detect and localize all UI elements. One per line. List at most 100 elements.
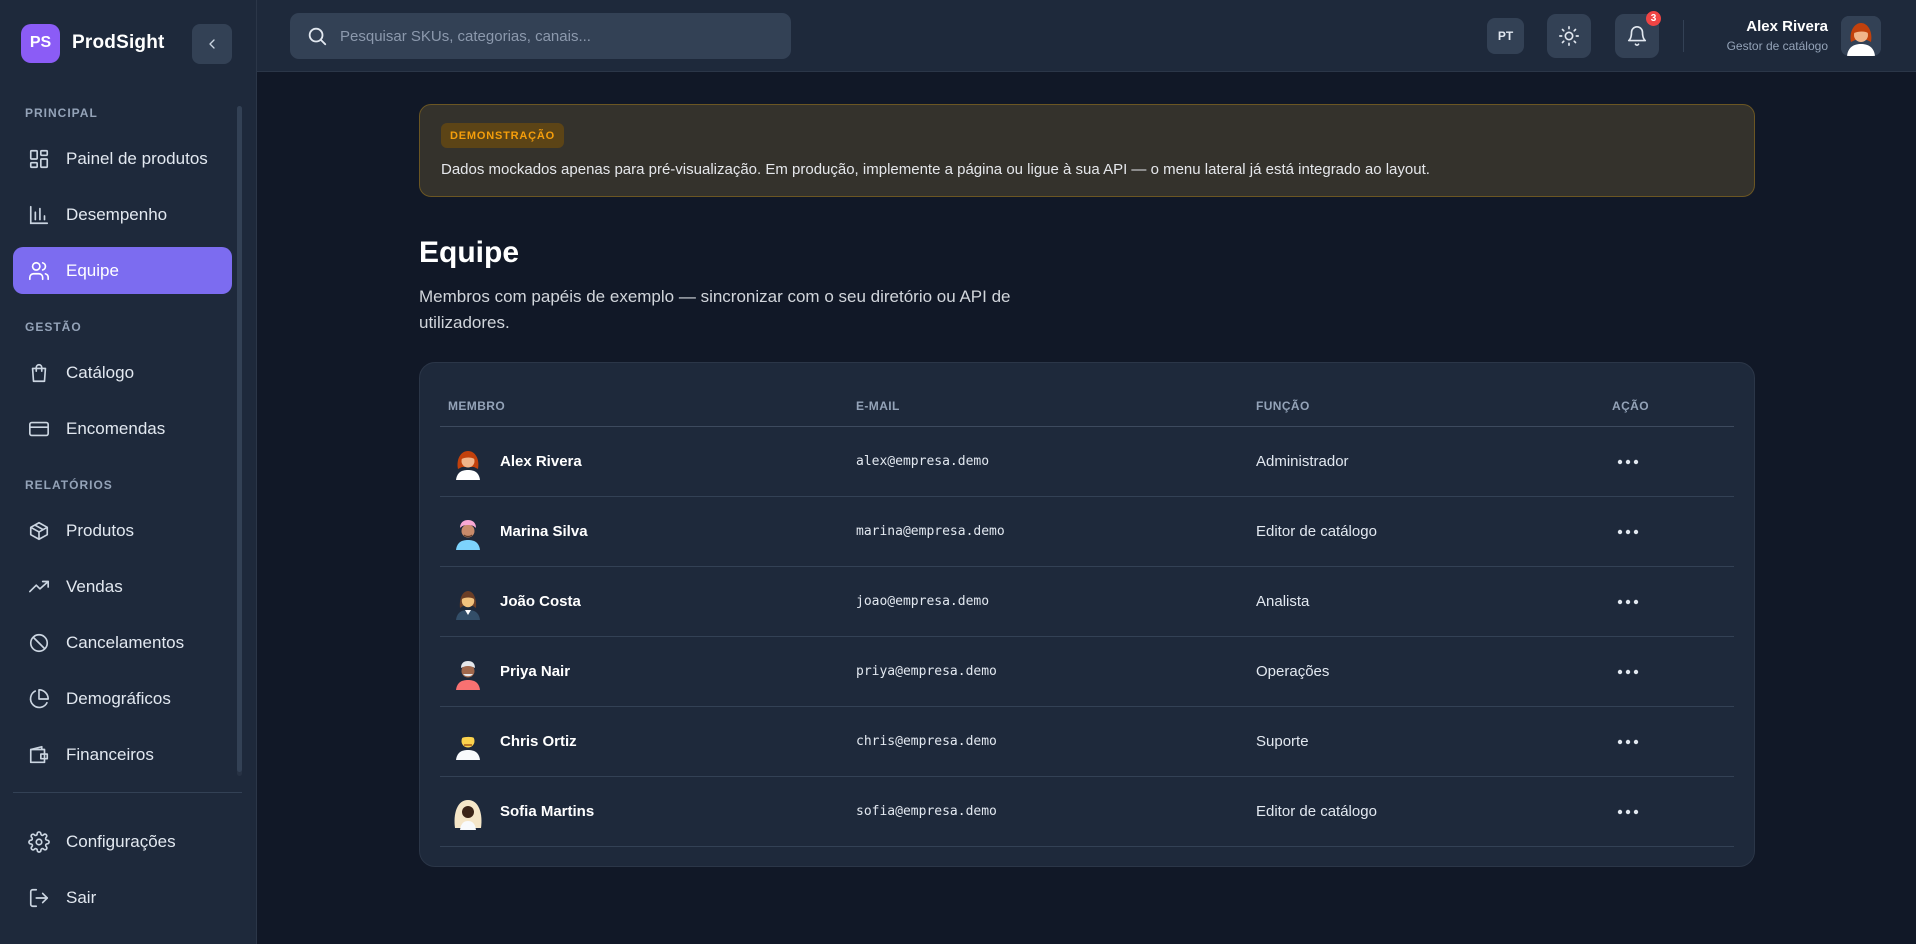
- member-role: Administrador: [1256, 453, 1349, 470]
- more-horizontal-icon: [1617, 669, 1639, 675]
- table-row[interactable]: Priya Nair priya@empresa.demo Operações: [440, 637, 1734, 707]
- sidebar: PS ProdSight PRINCIPAL Painel de produto…: [0, 0, 257, 944]
- avatar: [450, 654, 486, 690]
- sidebar-item-catalogo[interactable]: Catálogo: [13, 349, 232, 396]
- user-name[interactable]: Alex Rivera: [1746, 18, 1828, 35]
- avatar: [450, 794, 486, 830]
- avatar: [450, 514, 486, 550]
- brand-logo: PS: [21, 23, 60, 63]
- sidebar-item-sair[interactable]: Sair: [13, 874, 232, 921]
- table-row[interactable]: Alex Rivera alex@empresa.demo Administra…: [440, 427, 1734, 497]
- member-name: Sofia Martins: [500, 803, 595, 820]
- sidebar-scrollbar-thumb[interactable]: [237, 106, 242, 772]
- avatar: [450, 584, 486, 620]
- topbar-divider: [1683, 20, 1684, 52]
- pie-chart-icon: [28, 688, 50, 710]
- column-header-email[interactable]: E-MAIL: [856, 399, 900, 413]
- sidebar-item-desempenho[interactable]: Desempenho: [13, 191, 232, 238]
- member-name: Alex Rivera: [500, 453, 582, 470]
- row-actions-button[interactable]: [1613, 587, 1643, 617]
- table-row[interactable]: Chris Ortiz chris@empresa.demo Suporte: [440, 707, 1734, 777]
- table-row[interactable]: Marina Silva marina@empresa.demo Editor …: [440, 497, 1734, 567]
- sidebar-item-label: Desempenho: [66, 204, 168, 224]
- table-row[interactable]: Sofia Martins sofia@empresa.demo Editor …: [440, 777, 1734, 847]
- more-horizontal-icon: [1617, 739, 1639, 745]
- member-email: sofia@empresa.demo: [856, 804, 997, 819]
- demo-notice-text: Dados mockados apenas para pré-visualiza…: [441, 161, 1430, 178]
- member-role: Analista: [1256, 593, 1310, 610]
- search-box[interactable]: [290, 13, 791, 59]
- member-name: João Costa: [500, 593, 581, 610]
- sidebar-item-label: Painel de produtos: [66, 148, 208, 168]
- sidebar-item-label: Produtos: [66, 520, 135, 540]
- page-subtitle: Membros com papéis de exemplo — sincroni…: [419, 287, 1011, 332]
- row-actions-button[interactable]: [1613, 727, 1643, 757]
- collapse-sidebar-button[interactable]: [192, 24, 232, 64]
- sidebar-item-configuracoes[interactable]: Configurações: [13, 818, 232, 865]
- bell-icon: [1627, 26, 1647, 46]
- sidebar-item-vendas[interactable]: Vendas: [13, 563, 232, 610]
- demo-badge: DEMONSTRAÇÃO: [441, 123, 564, 148]
- bar-chart-icon: [28, 204, 50, 226]
- avatar-icon: [1841, 16, 1881, 56]
- row-actions-button[interactable]: [1613, 657, 1643, 687]
- more-horizontal-icon: [1617, 809, 1639, 815]
- users-icon: [28, 260, 50, 282]
- member-role: Operações: [1256, 663, 1330, 680]
- theme-toggle-button[interactable]: [1547, 14, 1591, 58]
- member-name: Chris Ortiz: [500, 733, 577, 750]
- brand[interactable]: PS ProdSight: [21, 23, 165, 63]
- logout-icon: [28, 887, 50, 909]
- search-input[interactable]: [340, 27, 760, 45]
- chevron-left-icon: [209, 39, 215, 49]
- member-role: Suporte: [1256, 733, 1309, 750]
- table-row[interactable]: João Costa joao@empresa.demo Analista: [440, 567, 1734, 637]
- wallet-icon: [28, 744, 50, 766]
- sidebar-item-demograficos[interactable]: Demográficos: [13, 675, 232, 722]
- row-actions-button[interactable]: [1613, 797, 1643, 827]
- more-horizontal-icon: [1617, 599, 1639, 605]
- member-name: Marina Silva: [500, 523, 588, 540]
- member-email: joao@empresa.demo: [856, 594, 990, 609]
- member-email: priya@empresa.demo: [856, 664, 997, 679]
- sidebar-divider: [13, 792, 242, 793]
- sidebar-item-label: Catálogo: [66, 362, 135, 382]
- sidebar-item-painel-de-produtos[interactable]: Painel de produtos: [13, 135, 232, 182]
- sidebar-item-financeiros[interactable]: Financeiros: [13, 731, 232, 778]
- language-button[interactable]: PT: [1487, 18, 1524, 54]
- avatar: [450, 444, 486, 480]
- sidebar-item-label: Financeiros: [66, 744, 154, 764]
- sidebar-item-label: Encomendas: [66, 418, 166, 438]
- sidebar-item-cancelamentos[interactable]: Cancelamentos: [13, 619, 232, 666]
- member-email: alex@empresa.demo: [856, 454, 990, 469]
- row-actions-button[interactable]: [1613, 447, 1643, 477]
- section-label-relatorios: RELATÓRIOS: [25, 478, 113, 492]
- notification-badge: 3: [1646, 11, 1661, 26]
- member-email: marina@empresa.demo: [856, 524, 1005, 539]
- credit-card-icon: [28, 418, 50, 440]
- user-role: Gestor de catálogo: [1726, 39, 1828, 53]
- column-header-member[interactable]: MEMBRO: [448, 399, 505, 413]
- trending-up-icon: [28, 576, 50, 598]
- member-email: chris@empresa.demo: [856, 734, 997, 749]
- sidebar-item-equipe[interactable]: Equipe: [13, 247, 232, 294]
- sidebar-item-label: Cancelamentos: [66, 632, 185, 652]
- sidebar-item-label: Demográficos: [66, 688, 171, 708]
- sidebar-item-encomendas[interactable]: Encomendas: [13, 405, 232, 452]
- user-avatar[interactable]: [1841, 16, 1881, 56]
- sidebar-item-produtos[interactable]: Produtos: [13, 507, 232, 554]
- team-table-card: MEMBRO E-MAIL FUNÇÃO AÇÃO Alex Rivera al…: [419, 362, 1755, 867]
- package-icon: [28, 520, 50, 542]
- sidebar-item-label: Configurações: [66, 831, 176, 851]
- page-title: Equipe: [419, 236, 520, 269]
- topbar: PT 3 Alex Rivera Gestor de catálogo: [257, 0, 1916, 72]
- dashboard-icon: [28, 148, 50, 170]
- search-icon: [308, 27, 327, 46]
- avatar: [450, 724, 486, 760]
- row-actions-button[interactable]: [1613, 517, 1643, 547]
- more-horizontal-icon: [1617, 529, 1639, 535]
- sidebar-item-label: Vendas: [66, 576, 123, 596]
- section-label-gestao: GESTÃO: [25, 320, 82, 334]
- member-role: Editor de catálogo: [1256, 523, 1377, 540]
- column-header-role[interactable]: FUNÇÃO: [1256, 399, 1310, 413]
